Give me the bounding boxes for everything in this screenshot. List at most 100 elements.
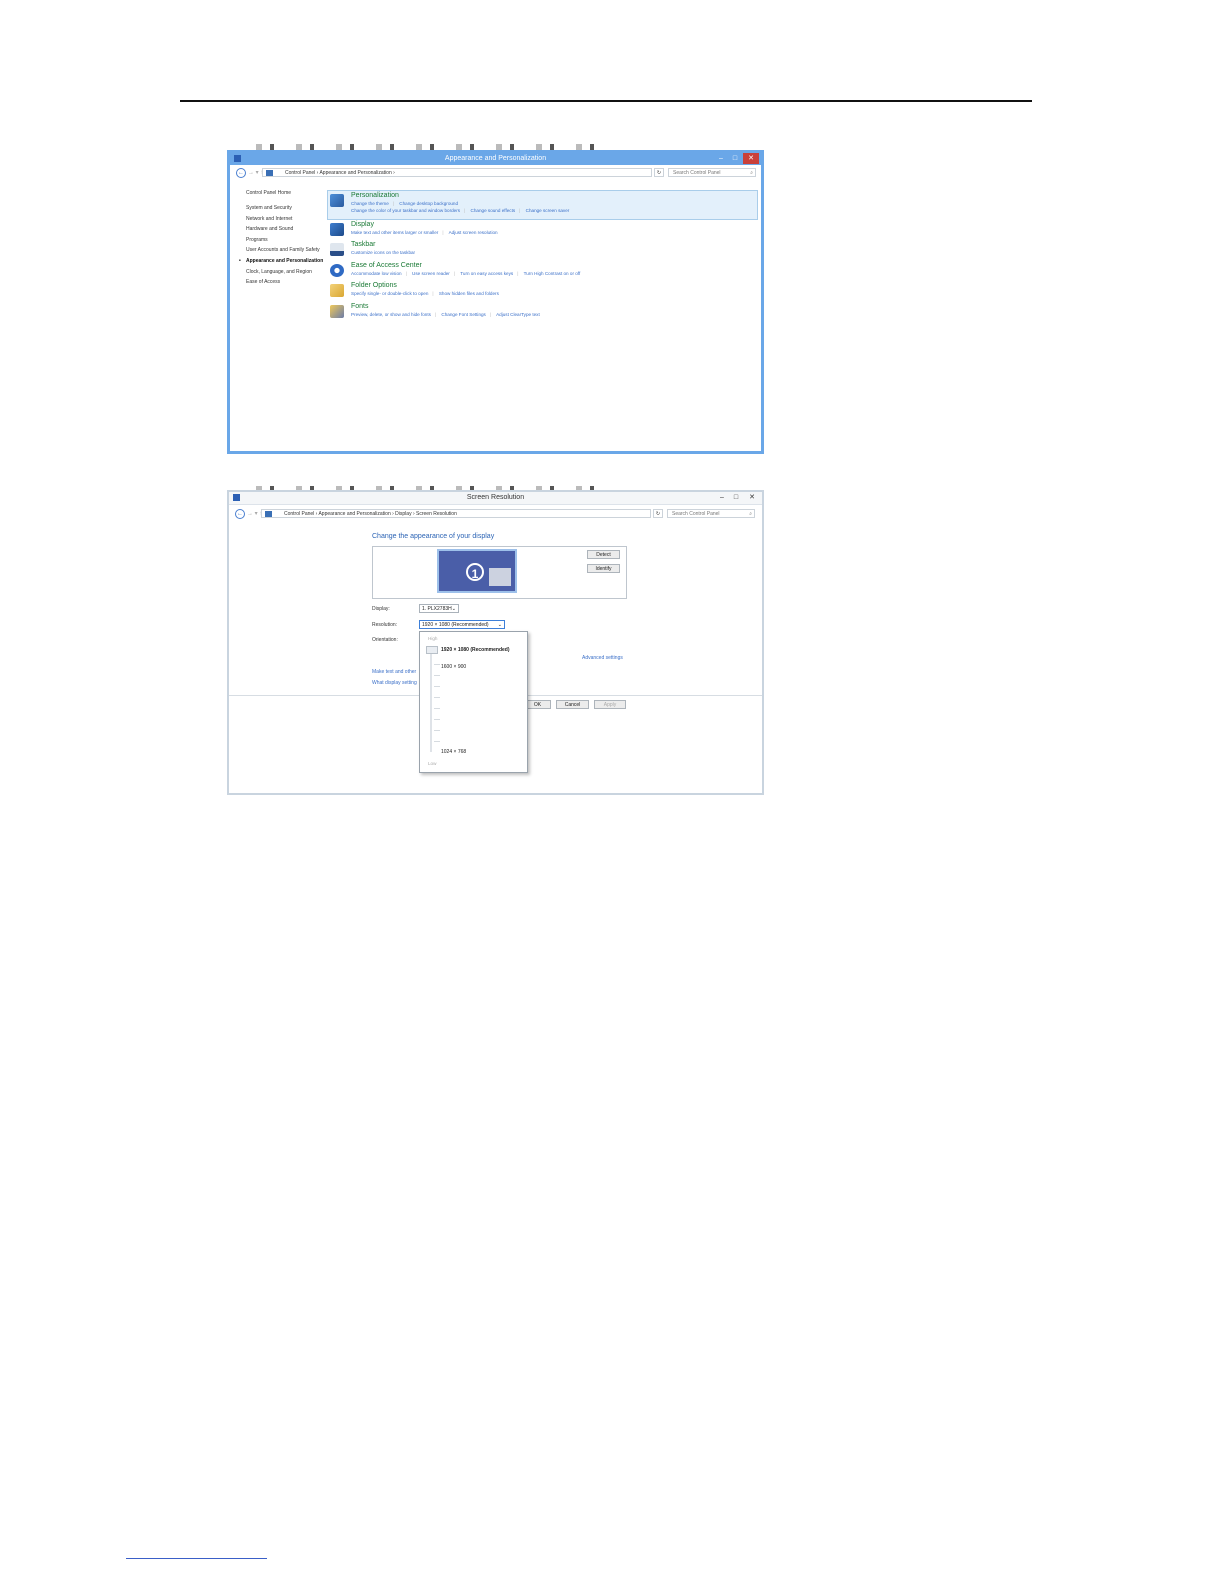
maximize-button[interactable]: □ xyxy=(730,492,742,503)
breadcrumb[interactable]: Control Panel › Appearance and Personali… xyxy=(262,168,652,177)
search-input[interactable]: Search Control Panel ⌕ xyxy=(667,509,755,518)
slider-ticks xyxy=(434,654,440,750)
link-screen-reader[interactable]: Use screen reader xyxy=(412,271,450,276)
minimize-button[interactable]: – xyxy=(716,492,728,503)
personalization-icon xyxy=(330,194,344,207)
minimize-button[interactable]: – xyxy=(715,153,727,164)
search-icon[interactable]: ⌕ xyxy=(750,169,753,178)
sidebar-item-appearance[interactable]: Appearance and Personalization xyxy=(239,258,326,264)
fonts-icon xyxy=(330,305,344,318)
resolution-value: 1920 × 1080 (Recommended) xyxy=(422,622,489,628)
link-change-screensaver[interactable]: Change screen saver xyxy=(526,208,570,213)
link-font-settings[interactable]: Change Font Settings xyxy=(441,312,485,317)
category-title[interactable]: Taskbar xyxy=(351,241,376,248)
sidebar: Control Panel Home System and Security N… xyxy=(239,190,326,290)
window-title: Screen Resolution xyxy=(466,494,525,501)
resolution-slider-track[interactable] xyxy=(430,650,432,752)
monitor-number: 1 xyxy=(466,563,484,581)
window-title: Appearance and Personalization xyxy=(444,155,547,162)
resolution-slider-thumb[interactable] xyxy=(426,646,438,654)
link-change-color[interactable]: Change the color of your taskbar and win… xyxy=(351,208,460,213)
detect-button[interactable]: Detect xyxy=(587,550,620,559)
folder-icon xyxy=(330,284,344,297)
display-value: 1. PLX2783H xyxy=(422,606,452,612)
page-top-rule xyxy=(180,100,1032,102)
resolution-option[interactable]: 1920 × 1080 (Recommended) xyxy=(441,647,510,653)
cancel-button[interactable]: Cancel xyxy=(556,700,589,709)
sidebar-item-clock-language[interactable]: Clock, Language, and Region xyxy=(246,269,326,275)
chevron-down-icon: ⌄ xyxy=(497,622,502,628)
link-hidden-files[interactable]: Show hidden files and folders xyxy=(439,291,499,296)
sidebar-item-system-security[interactable]: System and Security xyxy=(246,205,326,211)
link-customize-icons[interactable]: Customize icons on the taskbar xyxy=(351,250,415,255)
display-settings-link[interactable]: What display setting xyxy=(372,680,417,686)
taskbar-icon xyxy=(330,243,344,256)
sidebar-item-hardware[interactable]: Hardware and Sound xyxy=(246,226,326,232)
search-icon[interactable]: ⌕ xyxy=(749,510,752,519)
link-access-keys[interactable]: Turn on easy access keys xyxy=(460,271,513,276)
link-text-size[interactable]: Make text and other items larger or smal… xyxy=(351,230,438,235)
breadcrumb-text: Control Panel › Appearance and Personali… xyxy=(284,511,457,517)
window-titlebar: Screen Resolution – □ ✕ xyxy=(229,492,762,505)
ease-of-access-icon xyxy=(330,264,344,277)
orientation-label: Orientation: xyxy=(372,637,398,643)
back-arrow-icon[interactable]: ← xyxy=(235,509,245,519)
category-title[interactable]: Fonts xyxy=(351,303,369,310)
address-bar-row: ← → ▾ ↑ Control Panel › Appearance and P… xyxy=(234,168,757,178)
category-title[interactable]: Personalization xyxy=(351,192,399,199)
identify-button[interactable]: Identify xyxy=(587,564,620,573)
low-label: Low xyxy=(428,761,437,766)
link-single-double-click[interactable]: Specify single- or double-click to open xyxy=(351,291,428,296)
link-adjust-resolution[interactable]: Adjust screen resolution xyxy=(449,230,498,235)
category-title[interactable]: Folder Options xyxy=(351,282,397,289)
high-label: High xyxy=(428,636,438,641)
display-icon xyxy=(330,223,344,236)
sidebar-item-user-accounts[interactable]: User Accounts and Family Safety xyxy=(246,247,326,253)
text-size-link[interactable]: Make text and other xyxy=(372,669,416,675)
category-title[interactable]: Ease of Access Center xyxy=(351,262,422,269)
control-panel-icon xyxy=(265,511,272,517)
sidebar-item-programs[interactable]: Programs xyxy=(246,237,326,243)
close-button[interactable]: ✕ xyxy=(744,492,760,503)
link-change-theme[interactable]: Change the theme xyxy=(351,201,389,206)
display-label: Display: xyxy=(372,606,390,612)
resolution-option[interactable]: 1024 × 768 xyxy=(441,749,466,755)
resolution-option[interactable]: 1600 × 900 xyxy=(441,664,466,670)
monitor-grid-icon xyxy=(489,568,511,586)
footnote-rule xyxy=(126,1558,267,1559)
link-change-background[interactable]: Change desktop background xyxy=(399,201,458,206)
link-cleartype[interactable]: Adjust ClearType text xyxy=(496,312,540,317)
refresh-icon[interactable]: ↻ xyxy=(654,168,664,177)
category-title[interactable]: Display xyxy=(351,221,374,228)
ok-button[interactable]: OK xyxy=(524,700,551,709)
refresh-icon[interactable]: ↻ xyxy=(653,509,663,518)
search-placeholder: Search Control Panel xyxy=(672,511,720,517)
link-preview-fonts[interactable]: Preview, delete, or show and hide fonts xyxy=(351,312,431,317)
appearance-window: Appearance and Personalization – □ ✕ ← →… xyxy=(227,150,764,454)
control-panel-icon xyxy=(266,170,273,176)
page-title: Change the appearance of your display xyxy=(372,533,495,540)
search-input[interactable]: Search Control Panel ⌕ xyxy=(668,168,756,177)
breadcrumb[interactable]: Control Panel › Appearance and Personali… xyxy=(261,509,651,518)
resolution-select[interactable]: 1920 × 1080 (Recommended) ⌄ xyxy=(419,620,505,629)
breadcrumb-text: Control Panel › Appearance and Personali… xyxy=(285,170,395,176)
search-placeholder: Search Control Panel xyxy=(673,170,721,176)
resolution-label: Resolution: xyxy=(372,622,398,628)
chevron-down-icon: ⌄ xyxy=(451,606,456,612)
monitor-preview-area: 1 Detect Identify xyxy=(372,546,627,599)
maximize-button[interactable]: □ xyxy=(729,153,741,164)
sidebar-item-network[interactable]: Network and Internet xyxy=(246,216,326,222)
link-low-vision[interactable]: Accommodate low vision xyxy=(351,271,402,276)
sidebar-item-control-panel-home[interactable]: Control Panel Home xyxy=(246,190,326,196)
sidebar-item-ease-of-access[interactable]: Ease of Access xyxy=(246,279,326,285)
link-change-sound[interactable]: Change sound effects xyxy=(471,208,516,213)
close-button[interactable]: ✕ xyxy=(743,153,759,164)
apply-button[interactable]: Apply xyxy=(594,700,626,709)
resolution-dropdown: High 1920 × 1080 (Recommended) 1600 × 90… xyxy=(419,631,528,773)
display-select[interactable]: 1. PLX2783H ⌄ xyxy=(419,604,459,613)
advanced-settings-link[interactable]: Advanced settings xyxy=(582,655,623,661)
back-arrow-icon[interactable]: ← xyxy=(236,168,246,178)
link-high-contrast[interactable]: Turn High Contrast on or off xyxy=(524,271,581,276)
address-bar-row: ← → ▾ ↑ Control Panel › Appearance and P… xyxy=(233,509,758,519)
monitor-1-tile[interactable]: 1 xyxy=(437,549,517,593)
